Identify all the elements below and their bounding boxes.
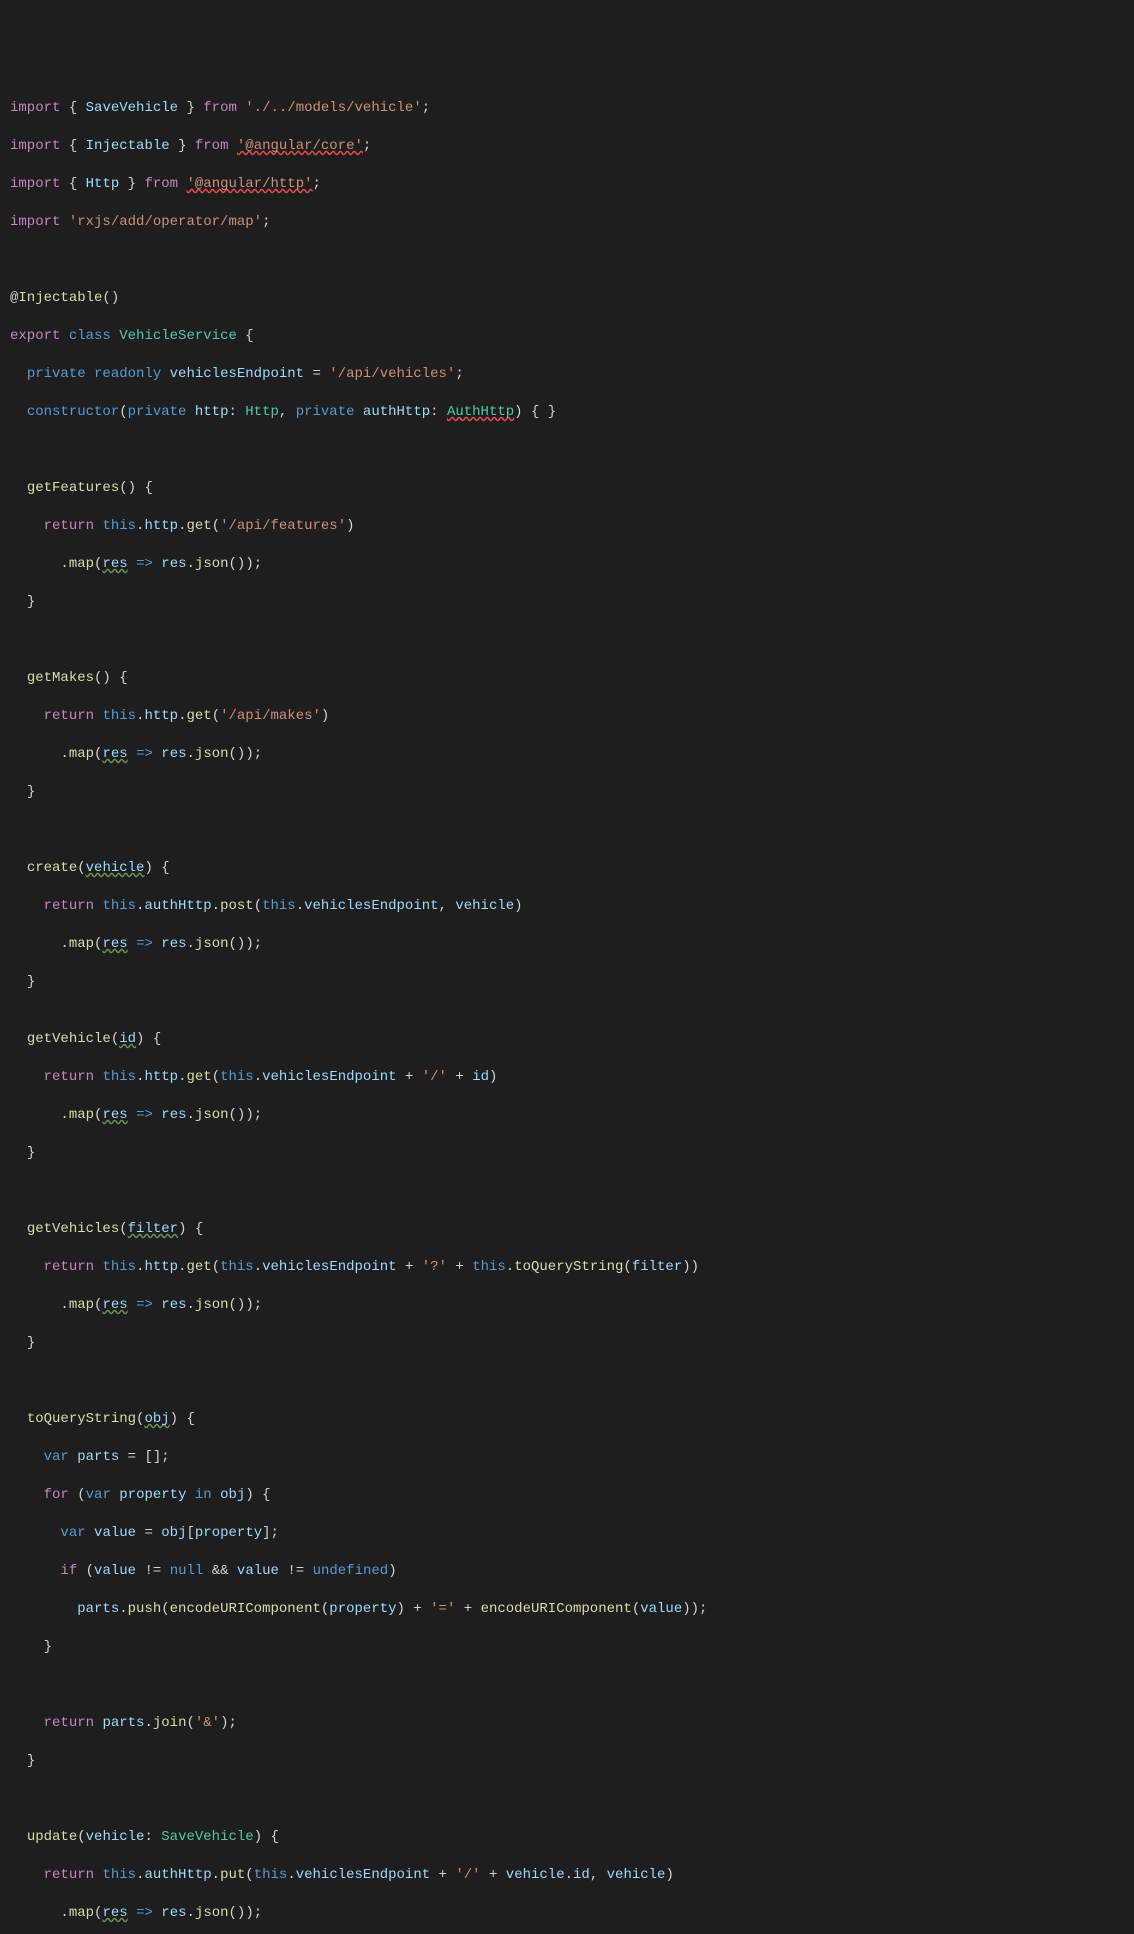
code-line: return this.http.get('/api/makes') [10, 707, 1134, 726]
code-line: @Injectable() [10, 289, 1134, 308]
code-line: toQueryString(obj) { [10, 1410, 1134, 1429]
code-line: .map(res => res.json()); [10, 555, 1134, 574]
hint-squiggle: res [102, 746, 127, 762]
code-line: create(vehicle) { [10, 859, 1134, 878]
code-line: } [10, 1638, 1134, 1657]
code-line [10, 821, 1134, 840]
code-line: } [10, 593, 1134, 612]
code-line: return this.http.get(this.vehiclesEndpoi… [10, 1258, 1134, 1277]
code-line: constructor(private http: Http, private … [10, 403, 1134, 422]
code-line [10, 1372, 1134, 1391]
error-squiggle: AuthHttp [447, 404, 514, 420]
code-line: update(vehicle: SaveVehicle) { [10, 1828, 1134, 1847]
code-line: .map(res => res.json()); [10, 1904, 1134, 1923]
code-line [10, 1676, 1134, 1695]
code-line: } [10, 1752, 1134, 1771]
code-line [10, 1790, 1134, 1809]
code-editor[interactable]: import { SaveVehicle } from './../models… [10, 80, 1134, 1934]
code-line: var parts = []; [10, 1448, 1134, 1467]
code-line: parts.push(encodeURIComponent(property) … [10, 1600, 1134, 1619]
code-line: return this.http.get('/api/features') [10, 517, 1134, 536]
hint-squiggle: res [102, 1297, 127, 1313]
code-line: } [10, 783, 1134, 802]
hint-squiggle: id [119, 1031, 136, 1047]
code-line: .map(res => res.json()); [10, 1296, 1134, 1315]
error-squiggle: '@angular/core' [237, 138, 363, 154]
error-squiggle: '@angular/http' [186, 176, 312, 192]
hint-squiggle: res [102, 556, 127, 572]
code-line: return this.http.get(this.vehiclesEndpoi… [10, 1068, 1134, 1087]
code-line: getVehicles(filter) { [10, 1220, 1134, 1239]
code-line: import { Injectable } from '@angular/cor… [10, 137, 1134, 156]
code-line [10, 631, 1134, 650]
hint-squiggle: res [102, 936, 127, 952]
code-line: private readonly vehiclesEndpoint = '/ap… [10, 365, 1134, 384]
code-line: getFeatures() { [10, 479, 1134, 498]
code-line: } [10, 973, 1134, 992]
code-line: .map(res => res.json()); [10, 1106, 1134, 1125]
hint-squiggle: res [102, 1107, 127, 1123]
hint-squiggle: vehicle [86, 860, 145, 876]
code-line [10, 441, 1134, 460]
code-line: if (value != null && value != undefined) [10, 1562, 1134, 1581]
code-line: return this.authHttp.put(this.vehiclesEn… [10, 1866, 1134, 1885]
code-line [10, 1182, 1134, 1201]
code-line: export class VehicleService { [10, 327, 1134, 346]
code-line [10, 251, 1134, 270]
code-line: .map(res => res.json()); [10, 745, 1134, 764]
code-line: } [10, 1334, 1134, 1353]
hint-squiggle: obj [144, 1411, 169, 1427]
code-line: return parts.join('&'); [10, 1714, 1134, 1733]
code-line: return this.authHttp.post(this.vehiclesE… [10, 897, 1134, 916]
code-line: .map(res => res.json()); [10, 935, 1134, 954]
code-line: getMakes() { [10, 669, 1134, 688]
code-line: for (var property in obj) { [10, 1486, 1134, 1505]
code-line: var value = obj[property]; [10, 1524, 1134, 1543]
code-line: import { Http } from '@angular/http'; [10, 175, 1134, 194]
hint-squiggle: filter [128, 1221, 178, 1237]
code-line: import { SaveVehicle } from './../models… [10, 99, 1134, 118]
code-line: } [10, 1144, 1134, 1163]
hint-squiggle: res [102, 1905, 127, 1921]
code-line: getVehicle(id) { [10, 1030, 1134, 1049]
code-line: import 'rxjs/add/operator/map'; [10, 213, 1134, 232]
